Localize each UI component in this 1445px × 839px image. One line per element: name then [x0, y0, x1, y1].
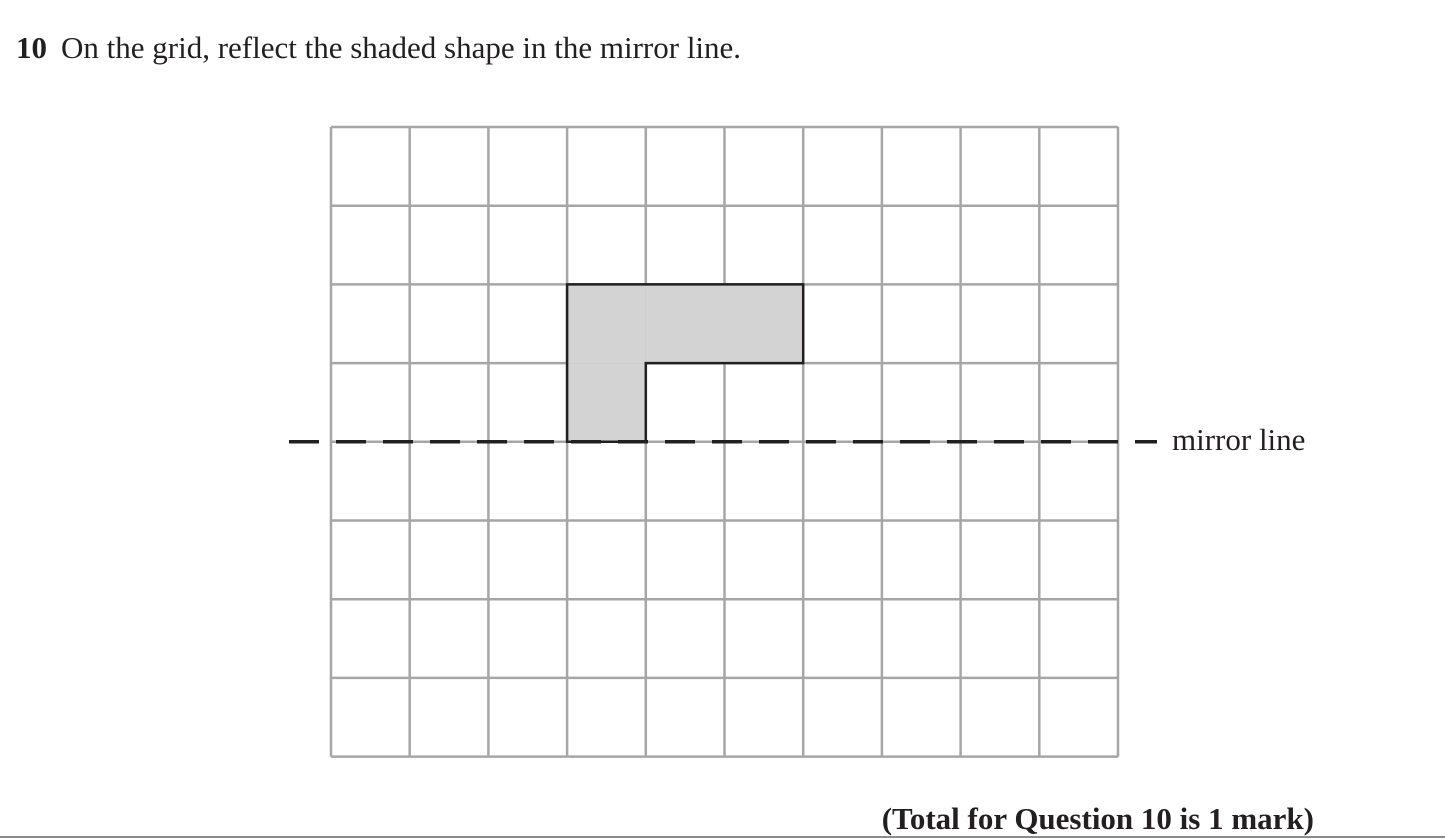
reflection-grid-figure[interactable] — [0, 0, 1445, 839]
shaded-cell — [567, 363, 646, 442]
mirror-line-label: mirror line — [1172, 422, 1306, 457]
shaded-cell — [567, 284, 646, 364]
question-total-marks: (Total for Question 10 is 1 mark) — [881, 801, 1314, 836]
shaded-cell — [724, 284, 804, 364]
page-divider — [0, 836, 1445, 838]
shaded-cell — [645, 284, 725, 364]
